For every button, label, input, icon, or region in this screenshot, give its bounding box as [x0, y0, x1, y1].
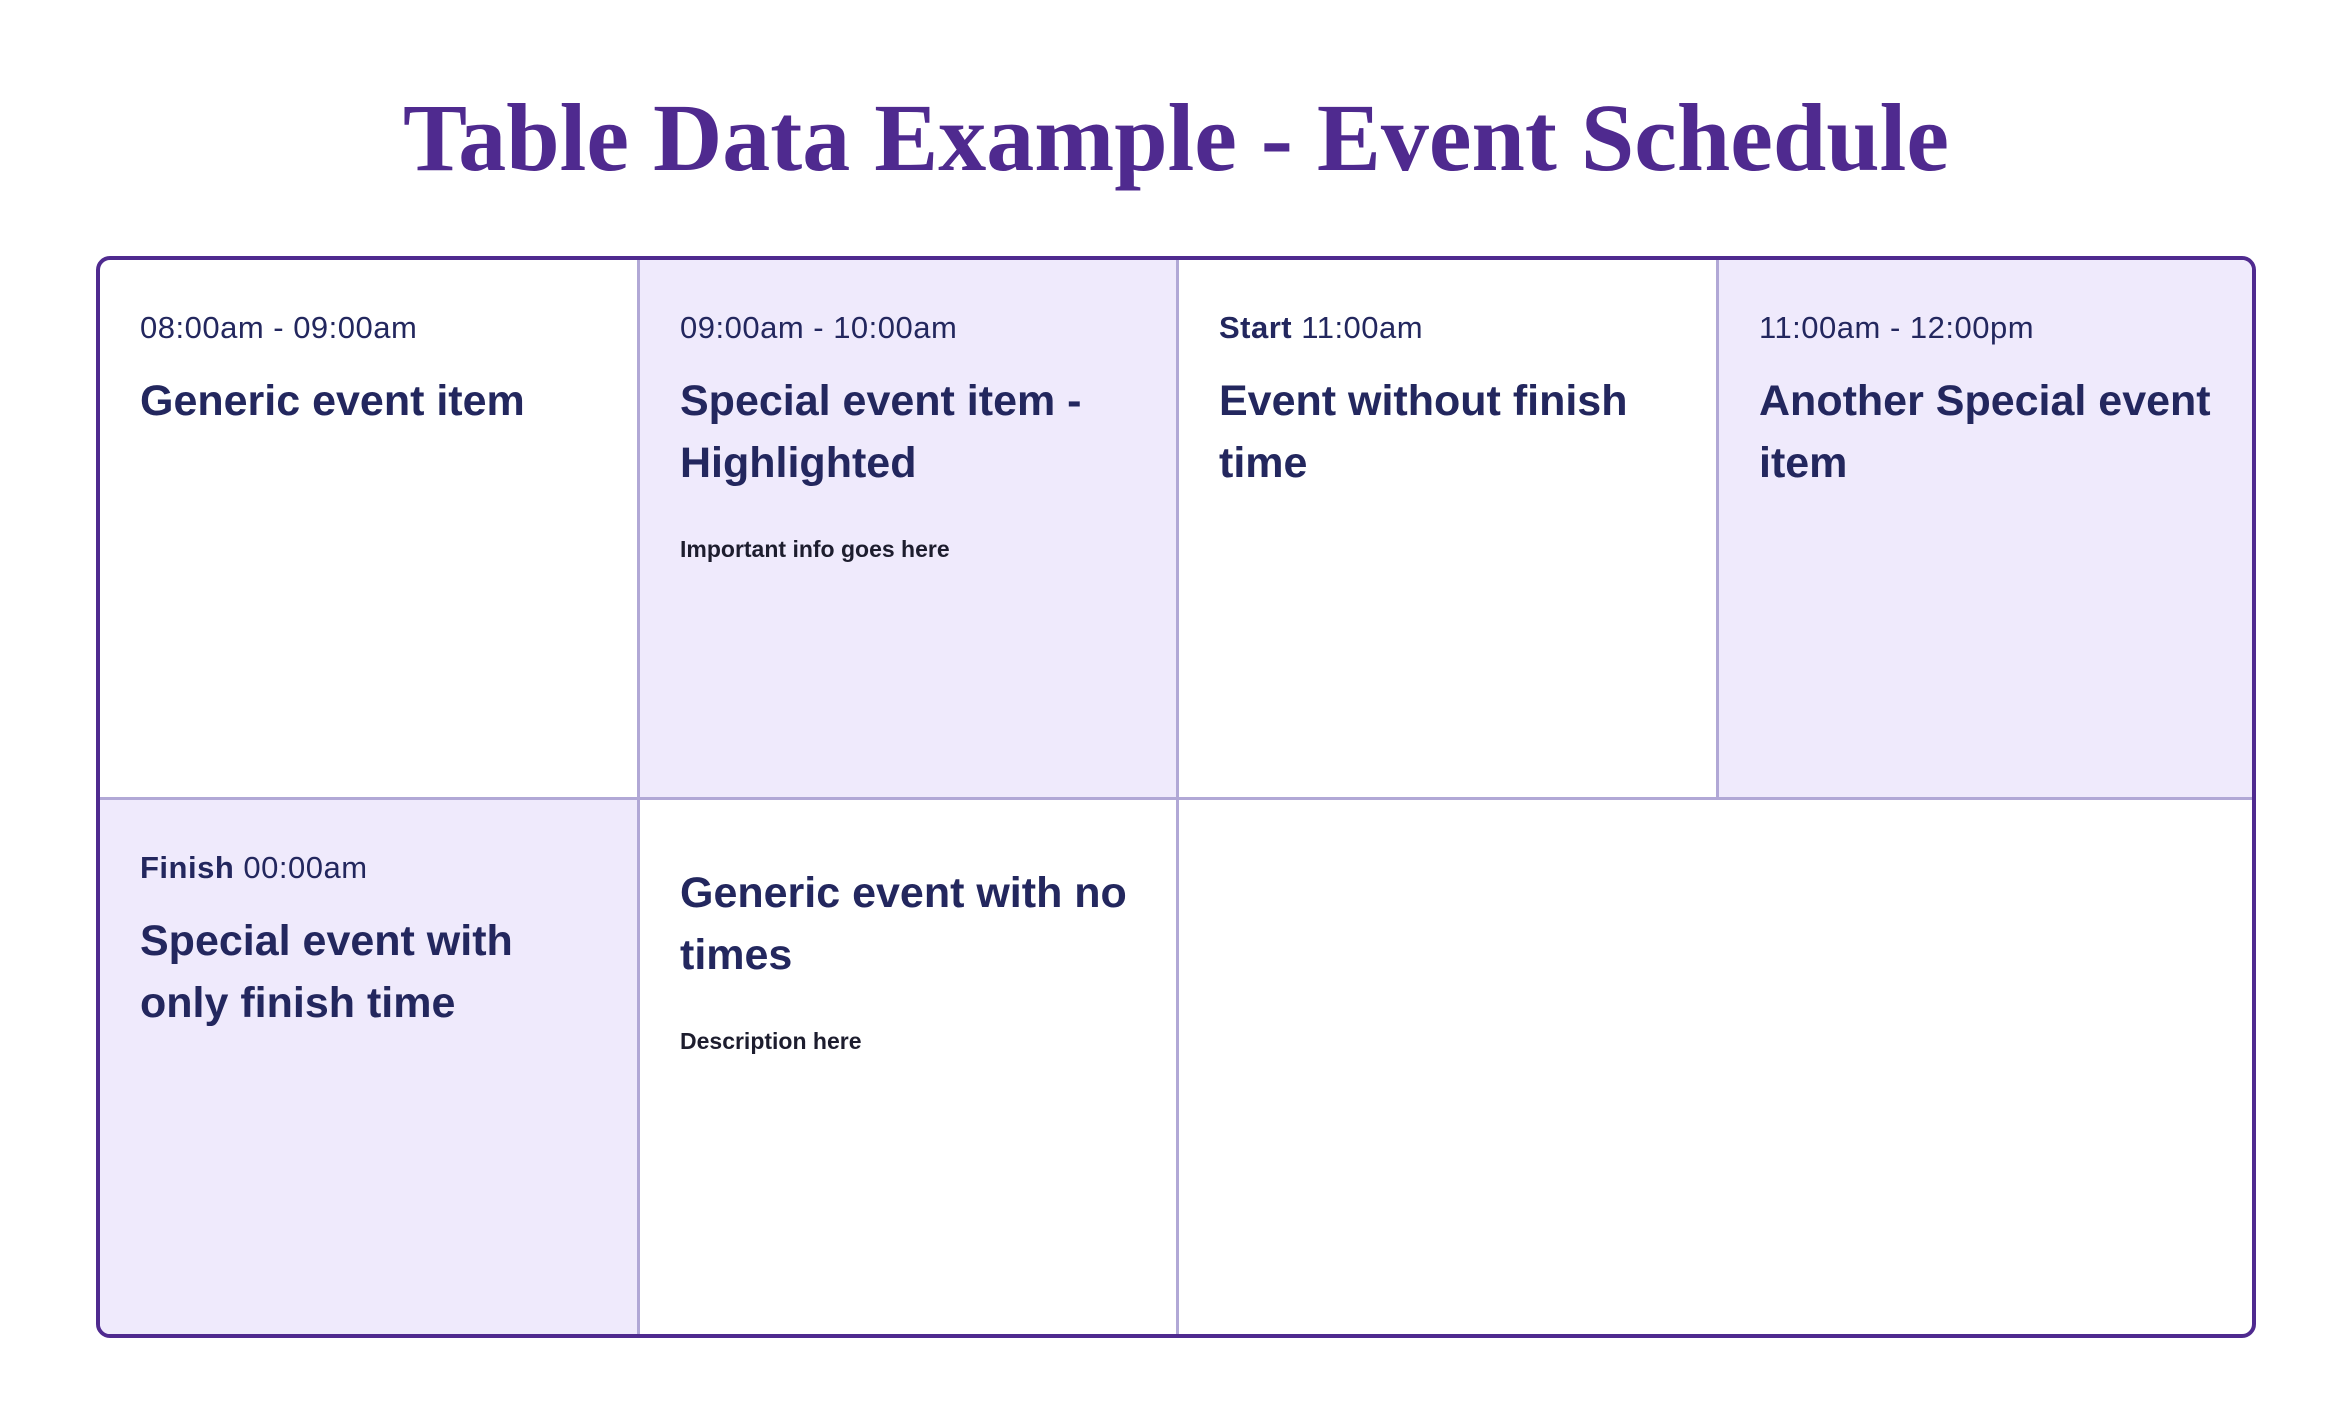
- event-cell-generic: 08:00am - 09:00am Generic event item: [100, 260, 638, 798]
- event-title: Generic event with no times: [680, 869, 1127, 979]
- event-schedule-table: 08:00am - 09:00am Generic event item 09:…: [96, 256, 2256, 1338]
- event-cell-finish-only: Finish 00:00am Special event with only f…: [100, 800, 638, 1334]
- page-title: Table Data Example - Event Schedule: [403, 84, 1949, 191]
- event-time: Finish 00:00am: [140, 850, 368, 885]
- event-description: Important info goes here: [680, 536, 950, 562]
- event-title: Event without finish time: [1219, 377, 1628, 487]
- event-time: 09:00am - 10:00am: [680, 310, 958, 345]
- event-cell-special-highlighted: 09:00am - 10:00am Special event item - H…: [640, 260, 1177, 798]
- event-title: Special event item - Highlighted: [680, 377, 1082, 487]
- event-cell-start-only: Start 11:00am Event without finish time: [1179, 260, 1717, 798]
- event-time: 11:00am - 12:00pm: [1759, 310, 2035, 345]
- event-title: Generic event item: [140, 377, 525, 425]
- event-description: Description here: [680, 1028, 862, 1054]
- time-label-finish: Finish: [140, 850, 235, 885]
- row-divider: [100, 797, 2252, 800]
- event-time: Start 11:00am: [1219, 310, 1424, 345]
- event-cell-another-special: 11:00am - 12:00pm Another Special event …: [1719, 260, 2252, 798]
- event-time: 08:00am - 09:00am: [140, 310, 418, 345]
- event-cell-no-times: Generic event with no times Description …: [640, 800, 1177, 1334]
- event-title: Special event with only finish time: [140, 917, 513, 1027]
- time-label-start: Start: [1219, 310, 1293, 345]
- row-divider: [100, 1335, 1179, 1338]
- column-divider: [1716, 260, 1719, 798]
- event-title: Another Special event item: [1759, 377, 2211, 487]
